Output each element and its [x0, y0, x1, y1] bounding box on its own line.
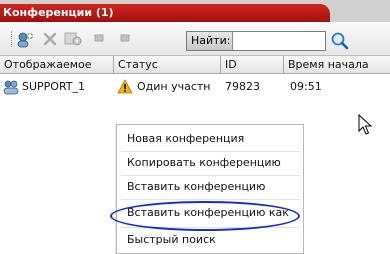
magnifier-icon [331, 32, 349, 50]
context-menu: Новая конференция Копировать конференцию… [116, 124, 304, 254]
mouse-cursor-icon [358, 113, 374, 136]
conference-icon [2, 77, 20, 97]
column-header-id[interactable]: ID [221, 56, 284, 74]
menu-item-quick-search[interactable]: Быстрый поиск [117, 229, 303, 251]
delete-button[interactable] [42, 31, 60, 47]
properties-button[interactable] [64, 31, 82, 47]
start-button[interactable] [92, 31, 110, 47]
column-header-display-name[interactable]: Отображаемое [0, 56, 114, 74]
conference-status: Один участн [137, 80, 211, 93]
start-icon [94, 34, 104, 42]
stop-icon [120, 34, 130, 42]
conference-start-time: 09:51 [290, 80, 322, 93]
panel-title: Конференции (1) [0, 4, 330, 22]
toolbar: Найти: [0, 22, 390, 56]
new-conference-button[interactable] [16, 31, 34, 48]
table-row[interactable]: SUPPORT_1 Один участн 79823 09:51 [0, 77, 390, 97]
stop-button[interactable] [118, 31, 136, 47]
column-header-status[interactable]: Статус [114, 56, 221, 74]
search-button[interactable] [330, 31, 350, 51]
conference-id: 79823 [225, 80, 260, 93]
toolbar-separator [11, 31, 13, 47]
delete-x-icon [43, 32, 57, 46]
settings-icon [64, 32, 82, 46]
menu-item-paste-conference-as[interactable]: Вставить конференцию как [117, 202, 303, 224]
people-add-icon [17, 32, 33, 48]
window-titlebar: Конференции (1) [0, 0, 390, 22]
menu-separator [121, 199, 299, 200]
menu-item-copy-conference[interactable]: Копировать конференцию [117, 152, 303, 174]
conference-name: SUPPORT_1 [22, 80, 86, 93]
search-input[interactable] [234, 32, 325, 50]
column-header-start-time[interactable]: Время начала [284, 56, 390, 74]
find-box: Найти: [186, 31, 326, 51]
warning-icon [117, 77, 135, 97]
find-label: Найти: [187, 32, 233, 50]
table-header: Отображаемое Статус ID Время начала [0, 56, 390, 74]
menu-separator [121, 227, 299, 228]
menu-item-paste-conference[interactable]: Вставить конференцию [117, 176, 303, 198]
menu-item-new-conference[interactable]: Новая конференция [117, 128, 303, 150]
